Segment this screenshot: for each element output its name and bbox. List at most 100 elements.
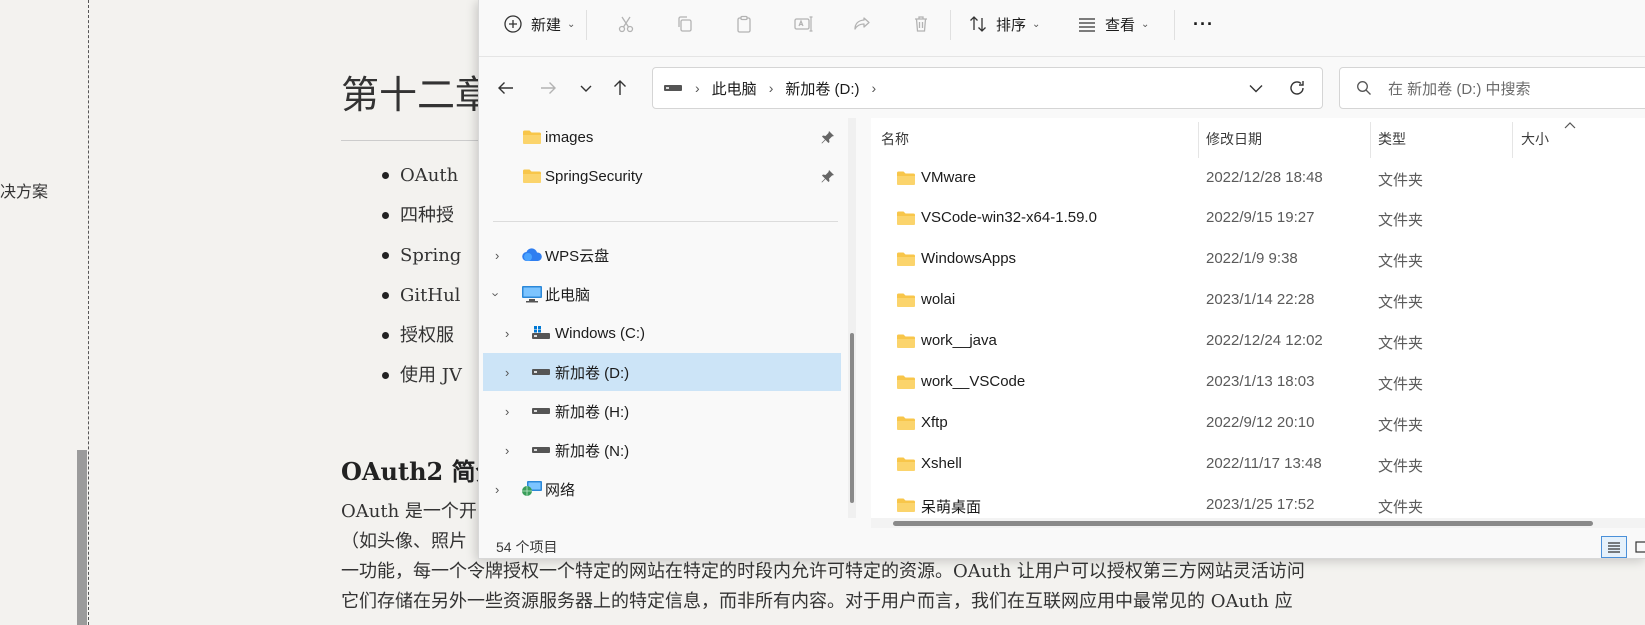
rename-button[interactable]: [793, 10, 813, 38]
file-row[interactable]: Xshell 2022/11/17 13:48 文件夹: [871, 445, 1645, 484]
outline-item[interactable]: 决方案: [0, 178, 48, 202]
chevron-right-icon[interactable]: ›: [505, 326, 509, 341]
drive-icon: [664, 85, 682, 91]
sort-button[interactable]: 排序 ⌄: [968, 10, 1040, 38]
doc-paragraph-line: OAuth 是一个开: [341, 501, 477, 522]
nav-item-drive-c[interactable]: › Windows (C:): [483, 314, 841, 352]
breadcrumb-drive-d[interactable]: 新加卷 (D:): [785, 78, 859, 99]
breadcrumb: › 此电脑 › 新加卷 (D:) ›: [663, 68, 888, 108]
nav-item-this-pc[interactable]: › 此电脑: [483, 275, 841, 313]
column-header-type[interactable]: 类型: [1378, 129, 1406, 149]
nav-pane-scrollbar[interactable]: [848, 118, 856, 518]
file-type: 文件夹: [1378, 417, 1424, 434]
file-name: work__java: [921, 332, 997, 349]
chevron-down-icon: ⌄: [1032, 18, 1041, 30]
column-header-modified[interactable]: 修改日期: [1206, 129, 1262, 149]
nav-item-drive-h[interactable]: › 新加卷 (H:): [483, 392, 841, 430]
doc-scrollbar[interactable]: [77, 450, 87, 625]
bullet-item: 授权服: [382, 323, 462, 363]
drive-icon: [532, 369, 550, 375]
toolbar-divider: [1174, 10, 1175, 40]
breadcrumb-this-pc[interactable]: 此电脑: [712, 78, 757, 99]
file-row[interactable]: work__java 2022/12/24 12:02 文件夹: [871, 322, 1645, 361]
sort-icon: [970, 16, 986, 32]
view-list-icon: [1079, 18, 1095, 32]
doc-paragraph-line: （如头像、照片: [341, 531, 467, 552]
toolbar-divider: [950, 10, 951, 40]
doc-subheading: OAuth2 简介: [341, 457, 500, 486]
pin-icon[interactable]: [821, 130, 835, 144]
forward-button[interactable]: [534, 74, 562, 102]
doc-paragraph-line: 一功能，每一个令牌授权一个特定的网站在特定的时段内允许可特定的资源。OAuth …: [341, 561, 1305, 582]
nav-item-drive-n[interactable]: › 新加卷 (N:): [483, 431, 841, 469]
file-row[interactable]: 呆萌桌面 2023/1/25 17:52 文件夹: [871, 486, 1645, 518]
toolbar-divider: [586, 10, 587, 40]
view-button[interactable]: 查看 ⌄: [1077, 10, 1149, 38]
more-options-button[interactable]: ···: [1193, 10, 1214, 38]
search-input[interactable]: [1386, 76, 1645, 102]
scissors-icon: [618, 16, 634, 33]
chevron-right-icon[interactable]: ›: [495, 248, 499, 263]
refresh-button[interactable]: [1287, 78, 1307, 103]
file-name: wolai: [921, 291, 956, 308]
folder-icon: [897, 211, 915, 225]
file-type: 文件夹: [1378, 172, 1424, 189]
tiles-view-button[interactable]: [1629, 536, 1645, 558]
file-list-scrollbar[interactable]: [871, 518, 1645, 528]
file-type: 文件夹: [1378, 499, 1424, 516]
nav-item-drive-d[interactable]: › 新加卷 (D:): [483, 353, 841, 391]
refresh-icon: [1290, 81, 1304, 95]
recent-locations-button[interactable]: [572, 74, 600, 102]
file-row[interactable]: VSCode-win32-x64-1.59.0 2022/9/15 19:27 …: [871, 199, 1645, 238]
address-bar[interactable]: › 此电脑 › 新加卷 (D:) ›: [652, 67, 1323, 109]
share-button[interactable]: [852, 10, 872, 38]
file-row[interactable]: VMware 2022/12/28 18:48 文件夹: [871, 159, 1645, 198]
chevron-down-icon[interactable]: ›: [489, 292, 504, 296]
column-divider[interactable]: [1370, 122, 1371, 158]
tiles-view-icon: [1635, 541, 1645, 553]
file-row[interactable]: Xftp 2022/9/12 20:10 文件夹: [871, 404, 1645, 443]
up-button[interactable]: [606, 74, 634, 102]
chevron-down-icon: [1249, 85, 1263, 93]
file-row[interactable]: work__VSCode 2023/1/13 18:03 文件夹: [871, 363, 1645, 402]
column-header-name[interactable]: 名称: [881, 129, 909, 149]
chevron-right-icon[interactable]: ›: [505, 443, 509, 458]
copy-button[interactable]: [675, 10, 695, 38]
scrollbar-thumb[interactable]: [893, 521, 1593, 526]
quick-access-item[interactable]: images: [483, 118, 841, 156]
cut-button[interactable]: [616, 10, 636, 38]
delete-button[interactable]: [911, 10, 931, 38]
details-view-button[interactable]: [1601, 536, 1627, 558]
pin-icon[interactable]: [821, 169, 835, 183]
chevron-right-icon[interactable]: ›: [872, 80, 877, 96]
quick-access-item[interactable]: SpringSecurity: [483, 157, 841, 195]
paste-button[interactable]: [734, 10, 754, 38]
back-button[interactable]: [492, 74, 520, 102]
file-row[interactable]: wolai 2023/1/14 22:28 文件夹: [871, 281, 1645, 320]
bullet-item: OAuth: [382, 163, 462, 203]
drive-icon: [532, 447, 550, 453]
chevron-right-icon[interactable]: ›: [505, 404, 509, 419]
file-explorer-window: 新建 ⌄ 排序 ⌄ 查看 ⌄ ··· › 此电脑 › 新加卷 (D:) › 在 …: [478, 0, 1645, 559]
search-box[interactable]: [1339, 67, 1645, 109]
nav-item-wps-cloud[interactable]: › WPS云盘: [483, 236, 841, 274]
nav-item-label: 此电脑: [545, 286, 591, 304]
navigation-pane: images SpringSecurity › WPS云盘 › 此电脑 › Wi…: [479, 118, 849, 527]
chevron-right-icon: ›: [768, 80, 774, 96]
new-button[interactable]: 新建 ⌄: [503, 10, 575, 38]
chevron-right-icon[interactable]: ›: [495, 482, 499, 497]
address-history-dropdown[interactable]: [1247, 79, 1265, 102]
file-date: 2022/9/15 19:27: [1206, 209, 1315, 226]
column-header-size[interactable]: 大小: [1521, 129, 1549, 149]
column-divider[interactable]: [1198, 122, 1199, 158]
arrow-left-icon: [498, 82, 513, 94]
chevron-right-icon[interactable]: ›: [505, 365, 509, 380]
file-date: 2022/11/17 13:48: [1206, 455, 1322, 472]
scrollbar-thumb[interactable]: [850, 333, 854, 503]
column-divider[interactable]: [1512, 122, 1513, 158]
new-button-label: 新建: [531, 16, 562, 34]
nav-item-network[interactable]: › 网络: [483, 470, 841, 508]
cloud-icon: [522, 248, 542, 262]
quick-access-label: SpringSecurity: [545, 167, 643, 185]
file-row[interactable]: WindowsApps 2022/1/9 9:38 文件夹: [871, 240, 1645, 279]
